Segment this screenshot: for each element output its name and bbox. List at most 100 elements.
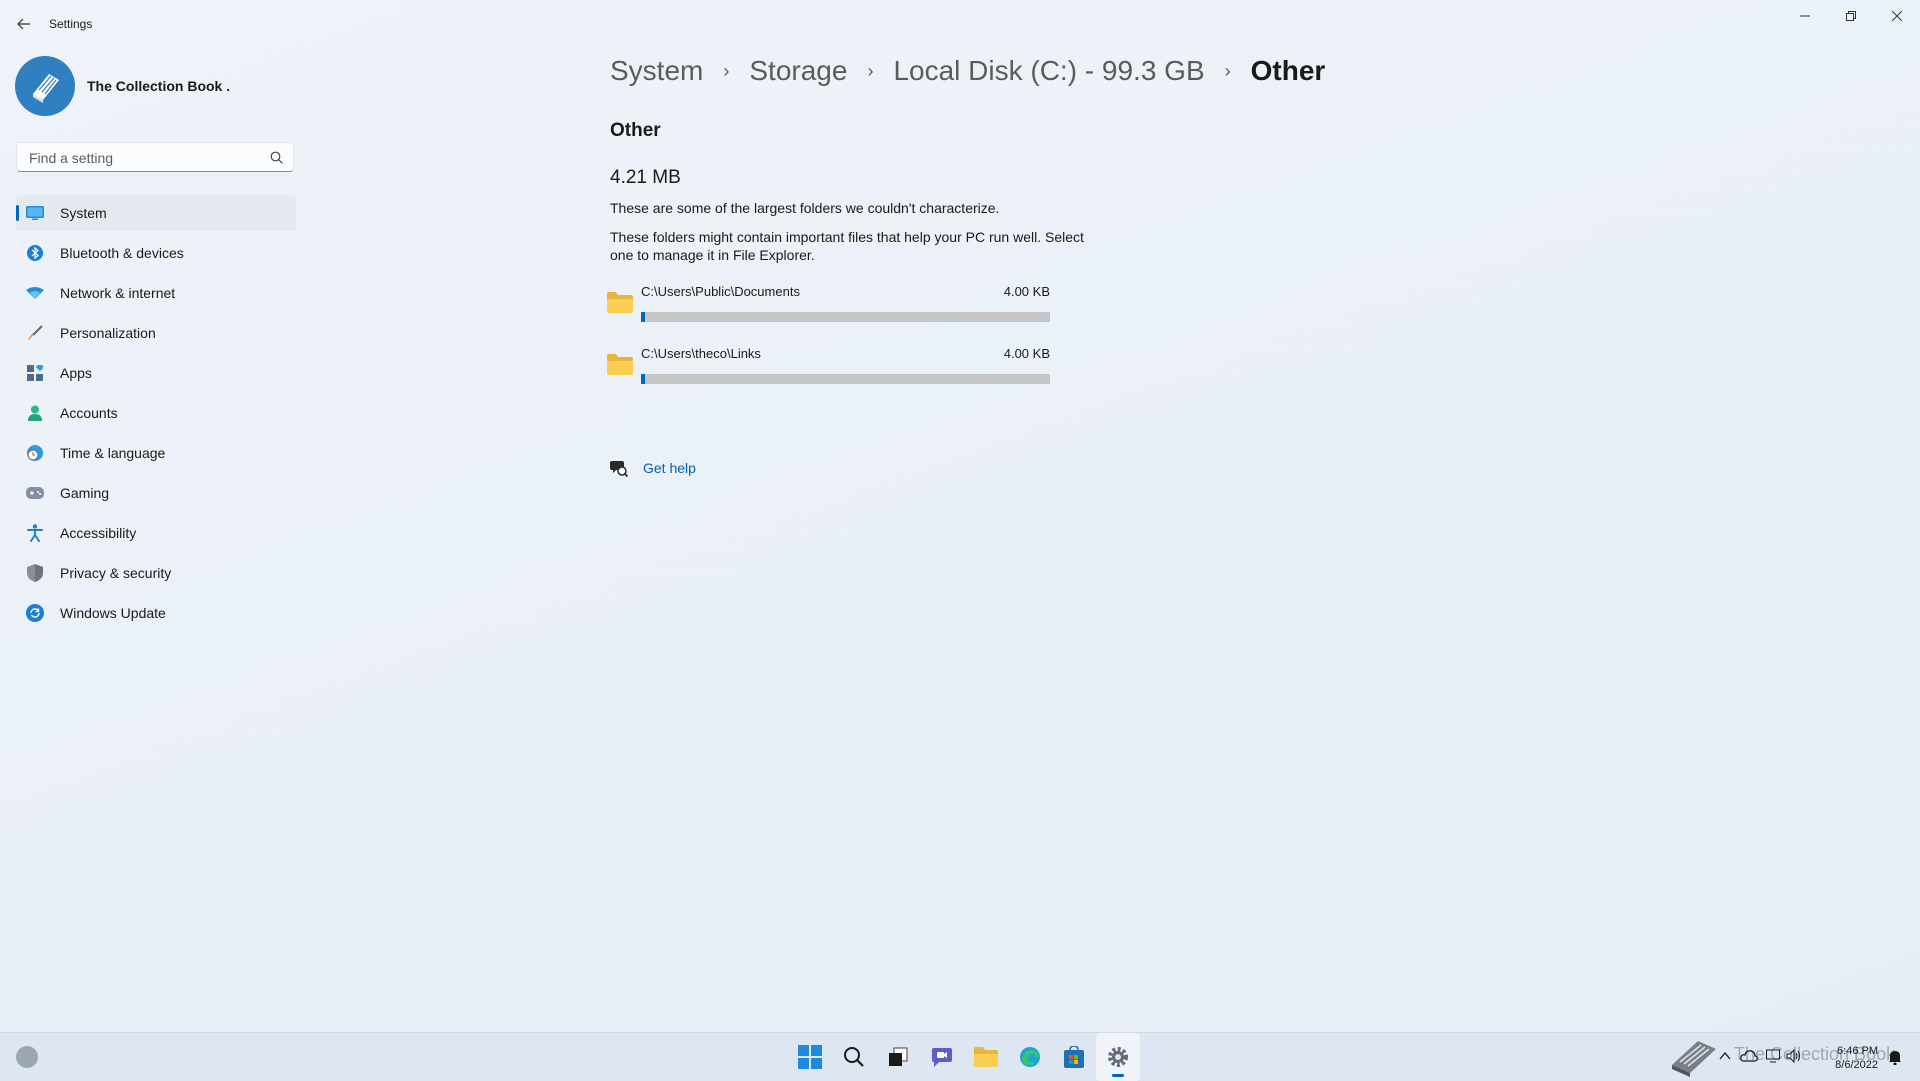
volume-icon [1786,1049,1800,1063]
folder-row[interactable]: C:\Users\Public\Documents 4.00 KB [604,276,1050,332]
store-button[interactable] [1052,1033,1096,1081]
system-icon [26,204,44,222]
gamepad-icon [26,484,44,502]
system-tray: The Collection Book 6:46 PM 8/6/2022 [1668,1033,1920,1081]
section-title: Other [610,120,661,141]
usage-bar [641,374,1050,384]
update-icon [26,604,44,622]
brush-icon [26,324,44,342]
start-button[interactable] [788,1033,832,1081]
sidebar-item-label: Time & language [60,445,166,461]
sidebar-item-label: Gaming [60,485,110,501]
network-icon [1766,1049,1780,1063]
sidebar-item-gaming[interactable]: Gaming [16,475,296,511]
chat-icon [932,1048,952,1067]
search-icon [844,1047,864,1067]
accounts-icon [26,404,44,422]
sidebar-item-network[interactable]: Network & internet [16,275,296,311]
sidebar-item-label: Bluetooth & devices [60,245,184,261]
usage-bar-fill [641,312,646,322]
sidebar-item-personalization[interactable]: Personalization [16,315,296,351]
close-button[interactable] [1874,0,1920,32]
sidebar-item-bluetooth[interactable]: Bluetooth & devices [16,235,296,271]
wifi-icon [26,284,44,302]
breadcrumb-separator: › [867,60,874,81]
sidebar-item-label: Accessibility [60,525,137,541]
task-view-icon [889,1047,908,1066]
file-explorer-icon [974,1047,998,1067]
globe-clock-icon [26,444,44,462]
minimize-button[interactable] [1782,0,1828,32]
edge-button[interactable] [1008,1033,1052,1081]
restore-icon [1846,11,1856,21]
settings-taskbar-button[interactable] [1096,1033,1140,1081]
sidebar-item-accounts[interactable]: Accounts [16,395,296,431]
usage-bar [641,312,1050,322]
breadcrumb: System › Storage › Local Disk (C:) - 99.… [610,55,1325,87]
get-help-label: Get help [643,460,696,476]
description-secondary: These folders might contain important fi… [610,229,1084,263]
folder-path: C:\Users\Public\Documents [641,284,800,299]
widgets-icon[interactable] [16,1046,38,1068]
folder-row[interactable]: C:\Users\theco\Links 4.00 KB [604,338,1050,394]
restore-button[interactable] [1828,0,1874,32]
minimize-icon [1800,15,1810,17]
back-button[interactable] [12,12,36,36]
sidebar-item-accessibility[interactable]: Accessibility [16,515,296,551]
avatar [15,56,75,116]
taskbar: The Collection Book 6:46 PM 8/6/2022 [0,1032,1920,1081]
help-icon [610,461,628,477]
sidebar-item-windows-update[interactable]: Windows Update [16,595,296,631]
clock-date: 8/6/2022 [1835,1059,1878,1071]
breadcrumb-system[interactable]: System [610,55,703,87]
edge-icon [1020,1047,1040,1067]
folder-icon [607,292,633,313]
sidebar-item-label: Network & internet [60,285,176,301]
search-icon [270,151,283,164]
settings-icon [1108,1047,1128,1067]
folder-path: C:\Users\theco\Links [641,346,761,361]
app-title: Settings [49,17,93,31]
sidebar-item-label: Windows Update [60,605,166,621]
breadcrumb-separator: › [1224,60,1231,81]
get-help-link[interactable]: Get help [610,459,696,477]
apps-icon [26,364,44,382]
book-logo-icon [1672,1041,1716,1077]
chat-button[interactable] [920,1033,964,1081]
folder-icon [607,354,633,375]
breadcrumb-local-disk[interactable]: Local Disk (C:) - 99.3 GB [893,55,1204,87]
breadcrumb-storage[interactable]: Storage [749,55,847,87]
description: These are some of the largest folders we… [610,200,1000,216]
shield-icon [26,564,44,582]
sidebar-item-label: Apps [60,365,92,381]
profile-name: The Collection Book . [87,78,231,94]
user-profile[interactable]: The Collection Book . [15,56,230,116]
taskbar-apps [788,1033,1140,1081]
sidebar-item-time-language[interactable]: Time & language [16,435,296,471]
folder-size: 4.00 KB [1003,284,1050,299]
sidebar-item-label: Privacy & security [60,565,172,581]
sidebar-item-system[interactable]: System [16,195,296,231]
search-input[interactable] [27,143,261,173]
folder-size: 4.00 KB [1003,346,1050,361]
breadcrumb-separator: › [723,60,730,81]
clock[interactable]: 6:46 PM 8/6/2022 [1818,1044,1878,1072]
bluetooth-icon [26,244,44,262]
notification-icon [1889,1051,1901,1065]
sidebar-item-label: System [60,205,107,221]
search-box[interactable] [16,142,294,173]
back-arrow-icon [17,18,30,30]
close-icon [1892,11,1902,21]
taskbar-search-button[interactable] [832,1033,876,1081]
usage-bar-fill [641,374,646,384]
sidebar-item-apps[interactable]: Apps [16,355,296,391]
sidebar-item-label: Personalization [60,325,156,341]
sidebar-item-privacy[interactable]: Privacy & security [16,555,296,591]
breadcrumb-current-page: Other [1250,55,1326,86]
file-explorer-button[interactable] [964,1033,1008,1081]
store-icon [1064,1046,1084,1068]
sidebar-nav: System Bluetooth & devices Network & int… [16,195,296,635]
clock-time: 6:46 PM [1837,1045,1878,1057]
book-logo-icon [33,74,59,103]
task-view-button[interactable] [876,1033,920,1081]
